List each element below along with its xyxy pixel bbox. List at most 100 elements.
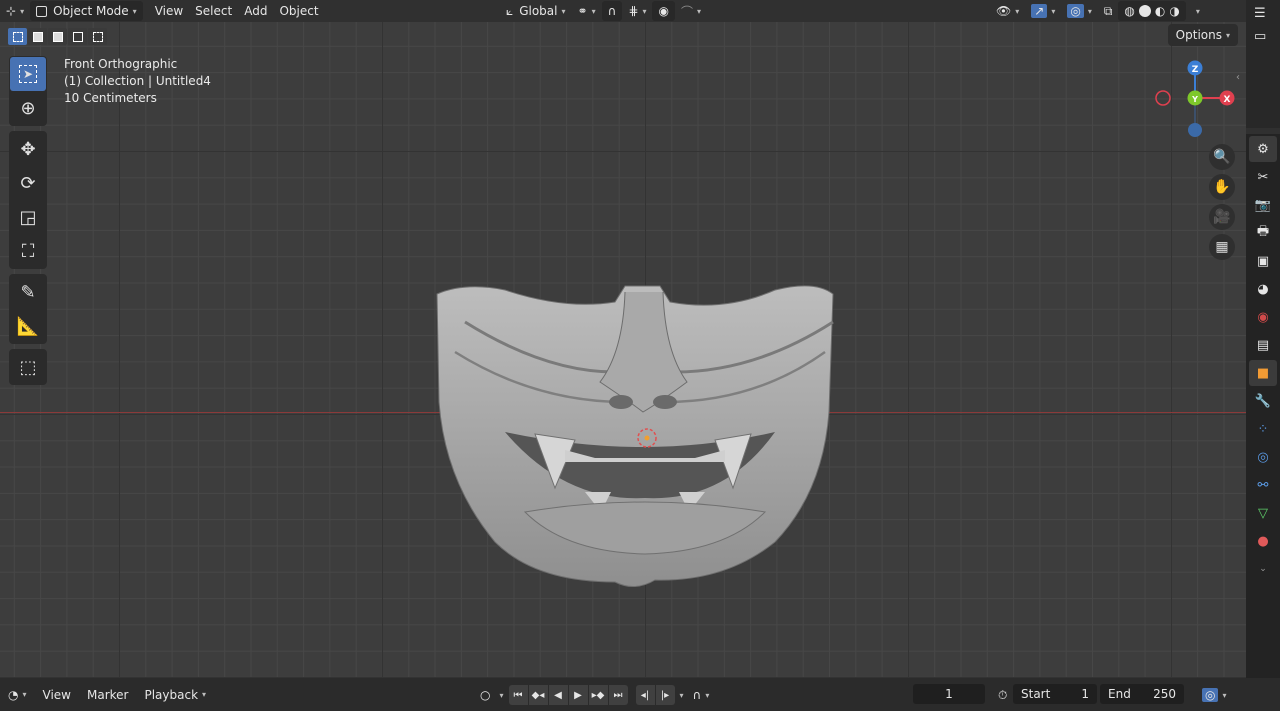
current-frame-field[interactable]: 1 bbox=[913, 684, 985, 704]
prev-keyframe-icon: ◆◂ bbox=[531, 689, 545, 701]
gizmo-toggle[interactable]: ↗ ▾ bbox=[1025, 1, 1061, 21]
editor-type-button[interactable]: ⊹ ▾ bbox=[0, 1, 30, 21]
material-tab[interactable]: ● bbox=[1249, 528, 1277, 554]
zoom-button[interactable]: 🔍 bbox=[1209, 144, 1235, 170]
transform-tool[interactable]: ⛶ bbox=[10, 234, 46, 268]
add-cube-tool[interactable]: ⬚ bbox=[10, 350, 46, 384]
mode-dropdown[interactable]: Object Mode ▾ bbox=[30, 1, 143, 21]
timeline-menu-playback[interactable]: Playback ▾ bbox=[136, 684, 214, 706]
proportional-edit-toggle[interactable]: ◉ bbox=[652, 1, 675, 21]
gizmo-neg-z-axis[interactable] bbox=[1188, 123, 1202, 137]
rotate-tool[interactable]: ⟳ bbox=[10, 166, 46, 200]
pan-button[interactable]: ✋ bbox=[1209, 174, 1235, 200]
shading-modes[interactable]: ◍ ◐ ◑ bbox=[1118, 1, 1186, 21]
preview-range-toggle[interactable]: ⏱ bbox=[990, 684, 1015, 706]
select-box-tool[interactable]: ➤ bbox=[10, 57, 46, 91]
view-layer-tab[interactable]: ▣ bbox=[1249, 248, 1277, 274]
cursor-tool[interactable]: ⊕ bbox=[10, 91, 46, 125]
select-extend-button[interactable] bbox=[28, 28, 47, 45]
frame-options[interactable]: ▾ bbox=[676, 684, 688, 706]
shading-options-button[interactable]: ▾ bbox=[1186, 1, 1206, 21]
data-tab[interactable]: ▽ bbox=[1249, 500, 1277, 526]
play-reverse-button[interactable]: ◀ bbox=[548, 685, 568, 705]
rendered-shading-icon[interactable]: ◑ bbox=[1169, 4, 1179, 18]
next-frame-button[interactable]: |▸ bbox=[655, 685, 675, 705]
timeline-overlay-toggle[interactable]: ◎ ▾ bbox=[1194, 684, 1235, 706]
timeline-editor-type[interactable]: ◔ ▾ bbox=[0, 684, 35, 706]
wireframe-shading-icon[interactable]: ◍ bbox=[1124, 4, 1134, 18]
3d-viewport[interactable]: Options ▾ Front Orthographic (1) Collecti… bbox=[0, 22, 1246, 678]
menu-view[interactable]: View bbox=[149, 1, 189, 21]
modifier-tab[interactable]: 🔧 bbox=[1249, 388, 1277, 414]
timeline-menu-marker[interactable]: Marker bbox=[79, 684, 136, 706]
record-icon: ○ bbox=[480, 688, 491, 702]
tool-tab[interactable]: ⚙ bbox=[1249, 136, 1277, 162]
pivot-point-button[interactable]: ⚭ ▾ bbox=[572, 1, 602, 21]
select-subtract-button[interactable] bbox=[48, 28, 67, 45]
options-dropdown[interactable]: Options ▾ bbox=[1167, 24, 1238, 46]
solid-shading-icon[interactable] bbox=[1138, 5, 1151, 17]
jump-start-button[interactable]: ⏮ bbox=[508, 685, 528, 705]
outliner-icon[interactable]: ☰ bbox=[1246, 0, 1280, 27]
prev-keyframe-button[interactable]: ◆◂ bbox=[528, 685, 548, 705]
overlays-toggle[interactable]: ◎ ▾ bbox=[1061, 1, 1098, 21]
annotate-tool[interactable]: ✎ bbox=[10, 275, 46, 309]
timeline-menu-view[interactable]: View bbox=[35, 684, 79, 706]
render-tab[interactable]: 📷 bbox=[1249, 192, 1277, 218]
measure-tool[interactable]: 📐 bbox=[10, 309, 46, 343]
particles-tab[interactable]: ⁘ bbox=[1249, 416, 1277, 442]
orientation-label: Global bbox=[519, 4, 558, 18]
next-frame-icon: |▸ bbox=[660, 689, 670, 701]
move-tool[interactable]: ✥ bbox=[10, 132, 46, 166]
grid-icon: ▦ bbox=[1215, 239, 1229, 255]
world-tab[interactable]: ◉ bbox=[1249, 304, 1277, 330]
move-icon: ✥ bbox=[20, 138, 36, 160]
particles-icon: ⁘ bbox=[1257, 421, 1269, 437]
outliner-filter-icon[interactable]: ▭ bbox=[1246, 27, 1280, 46]
start-frame-field[interactable]: Start 1 bbox=[1013, 684, 1097, 704]
snap-toggle[interactable]: ∩ bbox=[601, 1, 623, 21]
visibility-dropdown[interactable]: 👁 ▾ bbox=[990, 1, 1025, 21]
material-shading-icon[interactable]: ◐ bbox=[1155, 4, 1165, 18]
auto-keying-toggle[interactable]: ○ bbox=[476, 684, 494, 706]
xray-toggle[interactable]: ⧉ bbox=[1098, 1, 1119, 21]
snap-target-button[interactable]: ⋕ ▾ bbox=[622, 1, 652, 21]
scene-tab[interactable]: ◕ bbox=[1249, 276, 1277, 302]
physics-tab[interactable]: ◎ bbox=[1249, 444, 1277, 470]
collection-tab[interactable]: ▤ bbox=[1249, 332, 1277, 358]
transform-orientation-dropdown[interactable]: ⟀ Global ▾ bbox=[500, 1, 572, 21]
magnet-icon: ∩ bbox=[692, 688, 702, 702]
gizmo-neg-x-axis[interactable] bbox=[1155, 90, 1171, 106]
jump-end-button[interactable]: ⏭ bbox=[608, 685, 628, 705]
prev-frame-button[interactable]: ◂| bbox=[635, 685, 655, 705]
more-tabs-button[interactable]: ⌄ bbox=[1249, 556, 1277, 582]
next-keyframe-button[interactable]: ▸◆ bbox=[588, 685, 608, 705]
end-frame-field[interactable]: End 250 bbox=[1100, 684, 1184, 704]
select-cursor-icon: ➤ bbox=[18, 65, 38, 83]
proportional-falloff-button[interactable]: ⌒ ▾ bbox=[675, 1, 707, 21]
ortho-toggle-button[interactable]: ▦ bbox=[1209, 234, 1235, 260]
play-reverse-icon: ◀ bbox=[554, 689, 562, 701]
axis-icon: ⊹ bbox=[6, 4, 17, 18]
select-intersect-button[interactable] bbox=[88, 28, 107, 45]
tool-props-tab[interactable]: ✂ bbox=[1249, 164, 1277, 190]
navigation-gizmo[interactable]: Z X Y bbox=[1150, 52, 1240, 142]
sidebar-collapse-icon[interactable]: ‹ bbox=[1236, 72, 1240, 83]
menu-select[interactable]: Select bbox=[189, 1, 238, 21]
menu-object[interactable]: Object bbox=[273, 1, 324, 21]
ruler-icon: 📐 bbox=[16, 315, 40, 337]
select-new-button[interactable] bbox=[8, 28, 27, 45]
timeline-snap-toggle[interactable]: ∩ ▾ bbox=[689, 684, 714, 706]
camera-view-button[interactable]: 🎥 bbox=[1209, 204, 1235, 230]
output-tab[interactable]: 🖶 bbox=[1249, 220, 1277, 246]
mask-mesh[interactable] bbox=[425, 262, 845, 607]
clock-icon: ◔ bbox=[8, 687, 19, 702]
properties-tabs: ⚙ ✂ 📷 🖶 ▣ ◕ ◉ ▤ ■ 🔧 ⁘ ◎ ⚯ ▽ ● ⌄ bbox=[1246, 134, 1280, 678]
scale-tool[interactable]: ◲ bbox=[10, 200, 46, 234]
menu-add[interactable]: Add bbox=[238, 1, 273, 21]
select-invert-button[interactable] bbox=[68, 28, 87, 45]
object-tab[interactable]: ■ bbox=[1249, 360, 1277, 386]
play-button[interactable]: ▶ bbox=[568, 685, 588, 705]
constraints-tab[interactable]: ⚯ bbox=[1249, 472, 1277, 498]
keying-options[interactable]: ▾ bbox=[495, 684, 507, 706]
